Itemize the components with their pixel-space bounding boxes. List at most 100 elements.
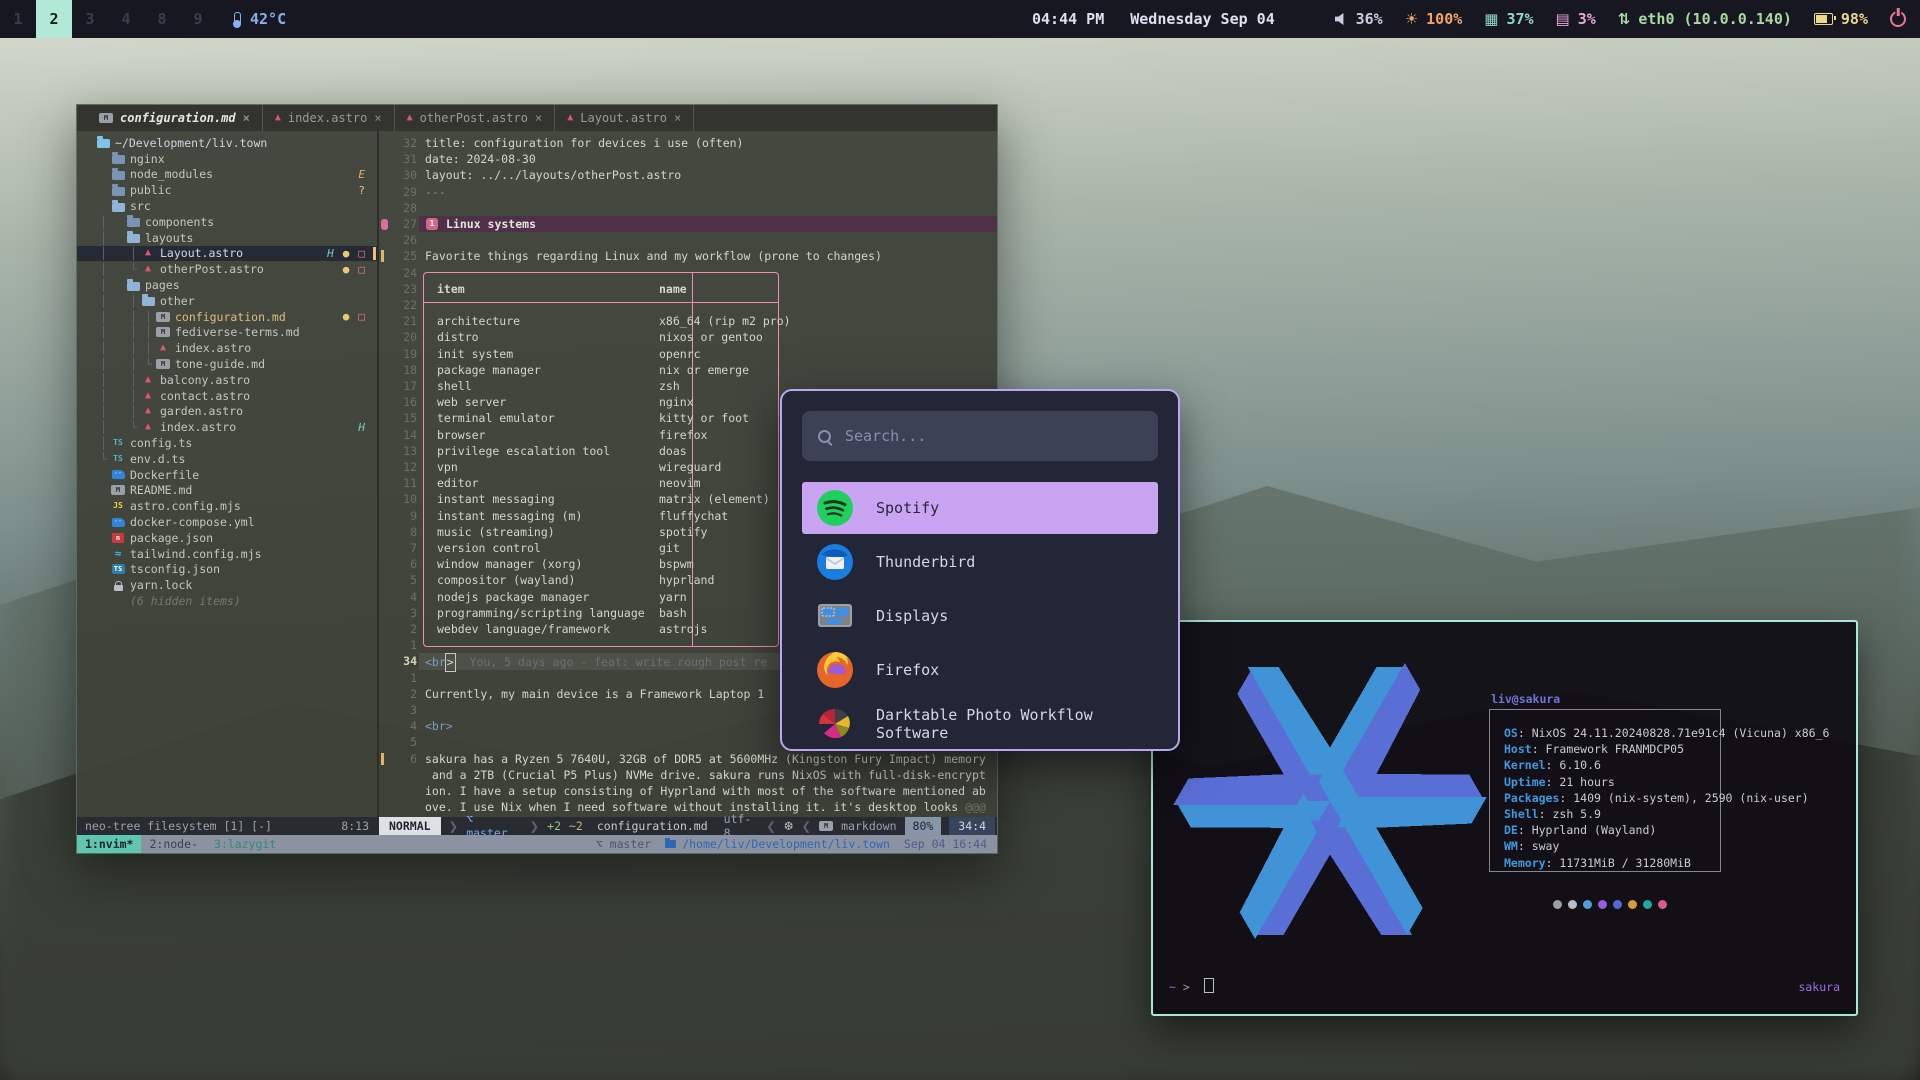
workspace-button[interactable]: 8 [144, 0, 180, 38]
line-text: sakura has a Ryzen 5 7640U, 32GB of DDR5… [425, 751, 986, 767]
git-changed: ~2 [569, 819, 583, 833]
indent-guide: │ [96, 215, 111, 229]
launcher-item[interactable]: Firefox [802, 644, 1158, 696]
fetch-info-label: Uptime [1504, 775, 1546, 789]
workspace-button[interactable]: 9 [180, 0, 216, 38]
tree-item[interactable]: node_modulesE [77, 167, 377, 183]
memory-module[interactable]: ▤3% [1556, 10, 1596, 28]
workspace-button[interactable]: 2 [36, 0, 72, 38]
bufferline: Mconfiguration.md×▲index.astro×▲otherPos… [77, 105, 997, 131]
overflow-indicator: @@@ [965, 800, 986, 814]
tree-item[interactable]: │pages [77, 277, 377, 293]
launcher-item[interactable]: Thunderbird [802, 536, 1158, 588]
table-cell-name: matrix (element) [659, 491, 770, 507]
folder-open-icon [127, 234, 140, 243]
tree-item[interactable]: docker-compose.yml [77, 514, 377, 530]
launcher-item[interactable]: Displays [802, 590, 1158, 642]
tree-item-badges: E [358, 168, 365, 181]
folder-icon [112, 187, 125, 196]
fetch-info-value: : 21 hours [1546, 775, 1615, 789]
tree-item[interactable]: Dockerfile [77, 467, 377, 483]
buffer-tab[interactable]: ▲otherPost.astro× [395, 105, 556, 131]
astro-icon: ▲ [145, 375, 151, 385]
fetch-info-value: : Hyprland (Wayland) [1518, 823, 1656, 837]
tree-item[interactable]: public? [77, 182, 377, 198]
workspace-button[interactable]: 1 [0, 0, 36, 38]
tree-item[interactable]: │TSconfig.ts [77, 435, 377, 451]
tree-item-label: tsconfig.json [130, 562, 220, 576]
tree-item[interactable]: │└▲index.astroH [77, 419, 377, 435]
statusline: neo-tree filesystem [1] [-] 8:13 NORMAL … [77, 817, 997, 835]
tree-item[interactable]: src [77, 198, 377, 214]
tree-item[interactable]: ││▲Layout.astroH●□ [77, 246, 377, 262]
buffer-tab[interactable]: ▲index.astro× [263, 105, 395, 131]
tree-item[interactable]: │││Mfediverse-terms.md [77, 325, 377, 341]
battery-module[interactable]: 98% [1814, 10, 1868, 28]
line-number: 19 [379, 346, 417, 362]
tree-item[interactable]: yarn.lock [77, 577, 377, 593]
tree-item[interactable]: ││▲garden.astro [77, 404, 377, 420]
tree-item[interactable]: │└▲otherPost.astro●□ [77, 261, 377, 277]
volume-module[interactable]: 36% [1335, 10, 1383, 28]
fetch-info-row: Packages: 1409 (nix-system), 2590 (nix-u… [1504, 790, 1809, 806]
launcher-item[interactable]: Darktable Photo Workflow Software [802, 698, 1158, 750]
tree-item[interactable]: ││└Mtone-guide.md [77, 356, 377, 372]
markdown-icon: M [156, 312, 170, 322]
tree-item[interactable]: npackage.json [77, 530, 377, 546]
line-text: Currently, my main device is a Framework… [425, 686, 764, 702]
tree-item[interactable]: MREADME.md [77, 483, 377, 499]
close-icon[interactable]: × [674, 111, 681, 125]
tmux-window[interactable]: 3:lazygit [206, 835, 284, 853]
tree-item[interactable]: ~/Development/liv.town [77, 135, 377, 151]
workspace-button[interactable]: 4 [108, 0, 144, 38]
tree-item[interactable]: ≈tailwind.config.mjs [77, 546, 377, 562]
line-number: 14 [379, 427, 417, 443]
terminal-color-palette [1553, 900, 1667, 909]
fetch-info-label: Memory [1504, 856, 1546, 870]
tree-item[interactable]: └TSenv.d.ts [77, 451, 377, 467]
search-input[interactable]: Search... [802, 411, 1158, 461]
markdown-icon: M [99, 113, 113, 123]
close-icon[interactable]: × [535, 111, 542, 125]
tree-item[interactable]: │││▲index.astro [77, 340, 377, 356]
network-icon: ⇅ [1618, 10, 1631, 28]
close-icon[interactable]: × [374, 111, 381, 125]
tree-item[interactable]: │layouts [77, 230, 377, 246]
power-module[interactable] [1890, 11, 1906, 27]
indent-guide: │ [96, 436, 111, 450]
tree-item[interactable]: JSastro.config.mjs [77, 498, 377, 514]
buffer-tab[interactable]: Mconfiguration.md× [77, 105, 263, 131]
shell-prompt[interactable]: ~ > [1169, 978, 1214, 994]
tree-item[interactable]: TS tsconfig.json [77, 562, 377, 578]
tree-item[interactable]: │components [77, 214, 377, 230]
indent-guide: │ [96, 341, 111, 355]
spotify-icon [816, 489, 854, 527]
table-cell-item: item [437, 281, 465, 297]
tmux-window[interactable]: 1:nvim* [77, 835, 141, 853]
tmux-right: ⌥ master /home/liv/Development/liv.town … [596, 837, 997, 851]
table-cell-name: bspwm [659, 556, 694, 572]
cpu-module[interactable]: ▦37% [1484, 10, 1533, 28]
workspace-button[interactable]: 3 [72, 0, 108, 38]
tree-item[interactable]: ││▲balcony.astro [77, 372, 377, 388]
tsconfig-icon: TS [112, 564, 125, 574]
editor-line: 26 [379, 232, 997, 248]
line-number: 12 [379, 459, 417, 475]
lock-icon [114, 585, 123, 591]
tree-item[interactable]: ││other [77, 293, 377, 309]
tree-item[interactable]: ││▲contact.astro [77, 388, 377, 404]
brightness-module[interactable]: ☀100% [1405, 10, 1463, 28]
tree-item[interactable]: nginx [77, 151, 377, 167]
network-module[interactable]: ⇅eth0 (10.0.0.140) [1618, 10, 1792, 28]
close-icon[interactable]: × [243, 111, 250, 125]
tmux-window[interactable]: 2:node- [141, 835, 205, 853]
buffer-tab[interactable]: ▲Layout.astro× [555, 105, 694, 131]
tree-item[interactable]: │││Mconfiguration.md●□ [77, 309, 377, 325]
indent-guide: │ [96, 262, 111, 276]
indent-guide: │ [126, 310, 141, 324]
indent-guide: │ [126, 294, 141, 308]
temperature-module[interactable]: 42°C [234, 10, 286, 28]
clock-module[interactable]: 04:44 PM Wednesday Sep 04 [1032, 10, 1275, 28]
launcher-item[interactable]: Spotify [802, 482, 1158, 534]
tree-item[interactable]: (6 hidden items) [77, 593, 377, 609]
